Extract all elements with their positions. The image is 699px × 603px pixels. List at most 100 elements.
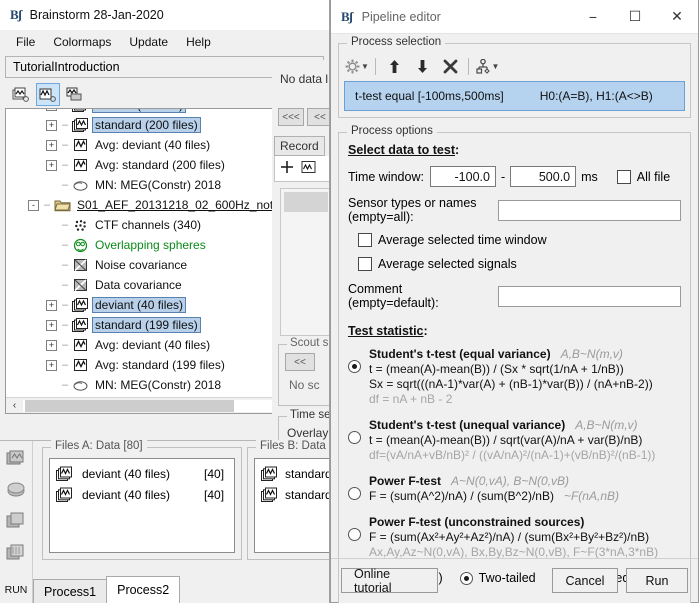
- recordings-icon: [71, 109, 89, 113]
- tree-row[interactable]: - – S01_AEF_20131218_02_600Hz_notch: [6, 195, 307, 215]
- files-b-list[interactable]: standard (200 files)[200]standard (199 f…: [254, 458, 329, 553]
- tree-row[interactable]: + – Avg: deviant (40 files): [6, 135, 307, 155]
- menu-update[interactable]: Update: [121, 33, 176, 51]
- move-up-icon[interactable]: [380, 54, 408, 78]
- expand-icon[interactable]: +: [46, 139, 57, 151]
- tree-row[interactable]: – MN: MEG(Constr) 2018: [6, 175, 307, 195]
- expand-icon[interactable]: +: [46, 299, 57, 311]
- sources-icon[interactable]: [5, 511, 27, 534]
- files-a-list[interactable]: deviant (40 files) [40] deviant (40 files)…: [49, 458, 235, 553]
- tree-row[interactable]: + – standard (200 files): [6, 115, 307, 135]
- nav-first-button[interactable]: <<<: [278, 108, 304, 126]
- maximize-icon[interactable]: ☐: [614, 0, 656, 33]
- tree-row[interactable]: + – Avg: deviant (40 files): [6, 335, 307, 355]
- average-time-window-checkbox[interactable]: [358, 233, 372, 247]
- tree-row[interactable]: +– deviant (40 files): [6, 295, 307, 315]
- tree-row[interactable]: – Data covariance: [6, 275, 307, 295]
- file-list-item[interactable]: deviant (40 files) [40]: [56, 484, 234, 505]
- menu-help[interactable]: Help: [178, 33, 219, 51]
- tree-row[interactable]: – CTF channels (340): [6, 215, 307, 235]
- scroll-left-arrow-icon[interactable]: ‹: [6, 400, 23, 411]
- tree-row[interactable]: + – Avg: standard (199 files): [6, 355, 307, 375]
- radio-power-f-test[interactable]: [348, 487, 361, 500]
- tab-process1[interactable]: Process1: [33, 579, 108, 603]
- timefreq-icon[interactable]: [5, 543, 27, 566]
- average-time-window-row[interactable]: Average selected time window: [358, 233, 681, 247]
- tree-row[interactable]: – Overlapping spheres: [6, 235, 307, 255]
- menu-colormaps[interactable]: Colormaps: [45, 33, 119, 51]
- menu-file[interactable]: File: [8, 33, 43, 51]
- cancel-button[interactable]: Cancel: [552, 568, 618, 593]
- montage-icon[interactable]: [301, 160, 316, 177]
- tree-row-label: deviant (40 files): [92, 297, 187, 313]
- file-list-item[interactable]: deviant (40 files) [40]: [56, 463, 234, 484]
- time-window-start-input[interactable]: [429, 166, 496, 187]
- tree-row-label: deviant (40 files): [92, 109, 187, 113]
- file-list-item[interactable]: standard (200 files)[200]: [261, 463, 329, 484]
- expand-icon[interactable]: +: [46, 159, 57, 171]
- subjects-icon[interactable]: [9, 83, 33, 106]
- process-list-item[interactable]: t-test equal [-100ms,500ms] H0:(A=B), H1…: [345, 82, 684, 110]
- test-option-student-unequal-variance[interactable]: Student's t-test (unequal variance) A,B~N…: [348, 418, 681, 463]
- test-option-power-f-test-unconstrained[interactable]: Power F-test (unconstrained sources) F = …: [348, 515, 681, 560]
- tree-row[interactable]: + – Avg: standard (200 files): [6, 155, 307, 175]
- tree-row[interactable]: +– deviant (40 files): [6, 109, 307, 115]
- record-tabbar: Record: [274, 136, 325, 156]
- studies-by-subject-icon[interactable]: [36, 83, 60, 106]
- all-file-label: All file: [636, 169, 671, 184]
- run-button[interactable]: Run: [626, 568, 688, 593]
- test-option-student-equal-variance[interactable]: Student's t-test (equal variance) A,B~N(m…: [348, 347, 681, 407]
- run-icon[interactable]: RUN: [5, 584, 28, 596]
- online-tutorial-button[interactable]: Online tutorial: [341, 567, 438, 595]
- time-window-end-input[interactable]: [510, 166, 577, 187]
- tree-connector: –: [61, 239, 69, 251]
- expand-icon[interactable]: +: [46, 109, 57, 111]
- crosshair-icon[interactable]: [280, 160, 294, 177]
- tree-row[interactable]: – MN: MEG(Constr) 2018: [6, 375, 307, 395]
- file-list-item[interactable]: standard (199 files)[199]: [261, 484, 329, 505]
- dialog-footer: Online tutorial Cancel Run: [331, 558, 698, 602]
- test-option-title: Student's t-test (unequal variance) A,B~N…: [369, 418, 638, 432]
- radio-student-equal-variance[interactable]: [348, 360, 361, 373]
- gear-icon[interactable]: ▼: [343, 54, 371, 78]
- scout-prev-button[interactable]: <<: [285, 353, 315, 371]
- average-signals-checkbox[interactable]: [358, 257, 372, 271]
- sensor-types-input[interactable]: [498, 199, 681, 221]
- tree-row[interactable]: – Noise covariance: [6, 255, 307, 275]
- tree-hscroll-thumb[interactable]: [25, 399, 235, 412]
- tree-hscroll-track[interactable]: [23, 399, 306, 412]
- collapse-icon[interactable]: -: [28, 199, 39, 211]
- expand-icon[interactable]: +: [46, 119, 57, 131]
- surfaces-icon[interactable]: [5, 481, 27, 502]
- tab-record[interactable]: Record: [274, 136, 325, 156]
- radio-power-f-test-unconstrained[interactable]: [348, 528, 361, 541]
- chevron-down-icon[interactable]: ▼: [361, 62, 369, 71]
- test-option-power-f-test[interactable]: Power F-test A~N(0,vA), B~N(0,vB) F = (sum…: [348, 474, 681, 504]
- process-selection-group: Process selection ▼ ▼ t-test equal [-100…: [338, 36, 691, 118]
- expand-icon[interactable]: +: [46, 319, 57, 331]
- average-signals-row[interactable]: Average selected signals: [358, 257, 681, 271]
- all-file-checkbox[interactable]: [616, 169, 631, 184]
- studies-by-condition-icon[interactable]: [63, 83, 87, 106]
- comment-input[interactable]: [498, 285, 681, 307]
- expand-icon[interactable]: +: [46, 359, 57, 371]
- process-list[interactable]: t-test equal [-100ms,500ms] H0:(A=B), H1…: [344, 81, 685, 111]
- tree-connector: –: [61, 379, 69, 391]
- process-name: t-test equal [-100ms,500ms]: [355, 89, 504, 103]
- radio-student-unequal-variance[interactable]: [348, 431, 361, 444]
- tree-row[interactable]: + – standard (199 files): [6, 315, 307, 335]
- window-controls: − ☐ ✕: [572, 0, 698, 33]
- tab-process2[interactable]: Process2: [106, 576, 181, 603]
- minimize-icon[interactable]: −: [572, 0, 614, 33]
- test-statistic-title: Test statistic:: [348, 324, 428, 338]
- close-icon[interactable]: ✕: [656, 0, 698, 33]
- expand-icon[interactable]: +: [46, 339, 57, 351]
- recordings-stack-icon[interactable]: [5, 449, 27, 472]
- delete-icon[interactable]: [436, 54, 464, 78]
- chevron-down-icon[interactable]: ▼: [492, 62, 500, 71]
- dialog-titlebar[interactable]: Bʃ Pipeline editor − ☐ ✕: [331, 0, 698, 34]
- nav-prev-button[interactable]: <<: [307, 108, 329, 126]
- move-down-icon[interactable]: [408, 54, 436, 78]
- record-list-box[interactable]: [280, 188, 329, 336]
- pipeline-icon[interactable]: ▼: [473, 54, 501, 78]
